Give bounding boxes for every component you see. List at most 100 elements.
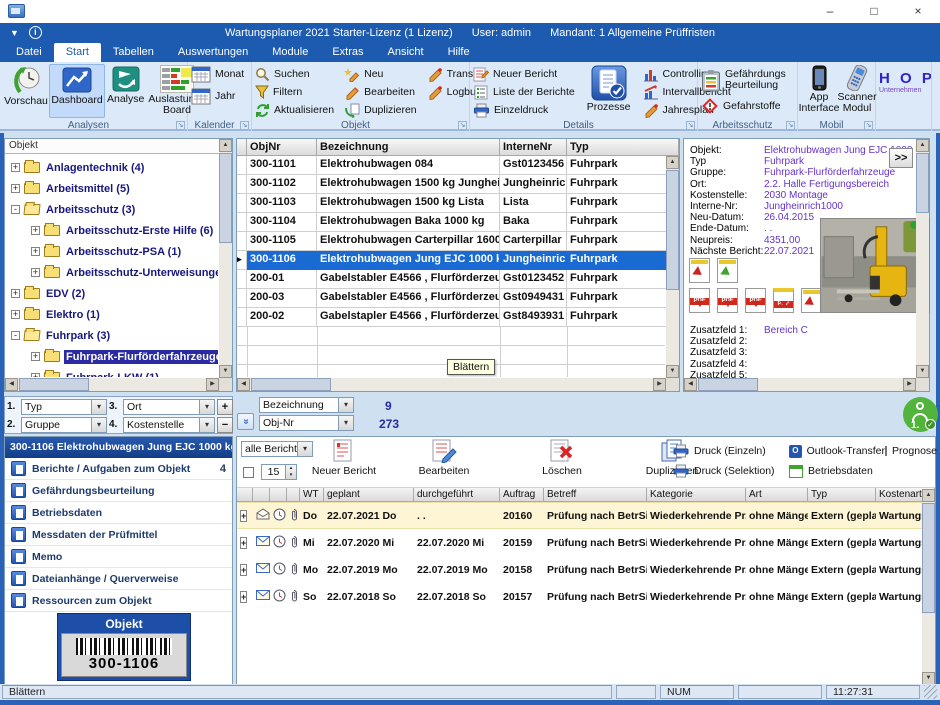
neuer-bericht-toolbar-button[interactable]: Neuer Bericht	[309, 439, 379, 477]
object-nav-item[interactable]: Messdaten der Prüfmittel	[5, 524, 232, 546]
bearbeiten-button[interactable]: Bearbeiten	[344, 84, 417, 100]
tree-expander-icon[interactable]: +	[31, 247, 40, 256]
object-row[interactable]: 300-1104 Elektrohubwagen Baka 1000 kg Ba…	[237, 213, 679, 232]
prozesse-button[interactable]: Prozesse	[585, 64, 633, 118]
analyse-button[interactable]: Analyse	[105, 64, 146, 118]
tree-expander-icon[interactable]: +	[11, 289, 20, 298]
liste-der-berichte-button[interactable]: Liste der Berichte	[473, 84, 575, 100]
tree-item[interactable]: + Fuhrpark-LKW (1)	[5, 367, 218, 377]
col-internenr[interactable]: InterneNr	[500, 139, 567, 156]
tab-ansicht[interactable]: Ansicht	[376, 43, 436, 62]
doc-transfer-green-icon[interactable]	[717, 258, 738, 283]
pdf-file-icon[interactable]: PDF	[689, 288, 710, 313]
report-filter-combobox[interactable]: alle Berichte	[241, 441, 313, 457]
dialog-launcher-icon[interactable]	[240, 121, 249, 130]
report-row[interactable]: + Mo 22.07.2019 Mo 22.07.2019 Mo 20158 P…	[237, 556, 935, 583]
tree-item[interactable]: + Anlagentechnik (4)	[5, 157, 218, 178]
sort1-combobox[interactable]: Bezeichnung	[259, 397, 354, 413]
filter3-combobox[interactable]: Ort	[123, 399, 215, 415]
druck-selektion-button[interactable]: Druck (Selektion)	[673, 464, 789, 478]
tree-expander-icon[interactable]: +	[31, 226, 40, 235]
scanner-modul-button[interactable]: Scanner Modul	[837, 64, 877, 118]
pdf-file-icon[interactable]: PDF	[717, 288, 738, 313]
col-betreff[interactable]: Betreff	[544, 488, 647, 502]
doc-transfer-icon[interactable]	[801, 288, 822, 313]
col-geplant[interactable]: geplant	[324, 488, 414, 502]
tab-extras[interactable]: Extras	[320, 43, 375, 62]
tree-item[interactable]: + Fuhrpark-Flurförderfahrzeuge	[5, 346, 218, 367]
objects-vertical-scrollbar[interactable]: ▲ ▼	[666, 156, 679, 378]
col-typ[interactable]: Typ	[567, 139, 679, 156]
object-nav-item[interactable]: Dateianhänge / Querverweise	[5, 568, 232, 590]
tree-item[interactable]: + Arbeitsschutz-Unterweisungen	[5, 262, 218, 283]
object-nav-item[interactable]: Berichte / Aufgaben zum Objekt 4	[5, 458, 232, 480]
tree-expander-icon[interactable]: +	[11, 184, 20, 193]
duplizieren-button[interactable]: Duplizieren	[344, 102, 417, 118]
report-row[interactable]: + Do 22.07.2021 Do . . 20160 Prüfung nac…	[237, 502, 935, 529]
pdf-file-icon[interactable]: PDF	[745, 288, 766, 313]
tree-item[interactable]: + Arbeitsschutz-Erste Hilfe (6)	[5, 220, 218, 241]
filter4-combobox[interactable]: Kostenstelle	[123, 417, 215, 433]
filter1-combobox[interactable]: Typ	[21, 399, 107, 415]
object-row[interactable]: 300-1103 Elektrohubwagen 1500 kg Lista L…	[237, 194, 679, 213]
col-durchgefuehrt[interactable]: durchgeführt	[414, 488, 500, 502]
col-kategorie[interactable]: Kategorie	[647, 488, 746, 502]
neuer-bericht-button[interactable]: Neuer Bericht	[473, 66, 575, 82]
limit-checkbox[interactable]	[243, 467, 254, 478]
doc-transfer-icon[interactable]	[689, 258, 710, 283]
betriebsdaten-button[interactable]: Betriebsdaten	[789, 465, 885, 478]
col-bezeichnung[interactable]: Bezeichnung	[317, 139, 500, 156]
filter2-combobox[interactable]: Gruppe	[21, 417, 107, 433]
filtern-button[interactable]: Filtern	[255, 84, 334, 100]
vorschau-button[interactable]: Vorschau	[3, 64, 49, 118]
dialog-launcher-icon[interactable]	[686, 121, 695, 130]
limit-spinner[interactable]: 15	[261, 464, 297, 480]
jahr-button[interactable]: Jahr	[191, 88, 248, 104]
close-button[interactable]: ×	[896, 0, 940, 23]
object-row[interactable]: 300-1106 Elektrohubwagen Jung EJC 1000 k…	[237, 251, 679, 270]
row-expand-icon[interactable]: +	[240, 510, 247, 522]
objects-horizontal-scrollbar[interactable]: ◀ ▶	[237, 378, 666, 391]
object-row[interactable]: 300-1102 Elektrohubwagen 1500 kg Junghei…	[237, 175, 679, 194]
tree-item[interactable]: + Elektro (1)	[5, 304, 218, 325]
resize-grip[interactable]	[924, 685, 937, 699]
tree-item[interactable]: + Arbeitsmittel (5)	[5, 178, 218, 199]
einzeldruck-button[interactable]: Einzeldruck	[473, 102, 575, 118]
outlook-transfer-button[interactable]: O Outlook-Transfer	[789, 445, 885, 458]
object-nav-item[interactable]: Memo	[5, 546, 232, 568]
tree-expander-icon[interactable]: -	[11, 205, 20, 214]
app-interface-button[interactable]: App Interface	[801, 64, 837, 118]
object-nav-item[interactable]: Gefährdungsbeurteilung	[5, 480, 232, 502]
checkbox-icon[interactable]	[885, 446, 887, 456]
bearbeiten-toolbar-button[interactable]: Bearbeiten	[409, 439, 479, 477]
collapse-chevron-button[interactable]: »	[237, 413, 254, 430]
col-objnr[interactable]: ObjNr	[247, 139, 317, 156]
object-row[interactable]: 300-1101 Elektrohubwagen 084 Gst0123456 …	[237, 156, 679, 175]
tree-expander-icon[interactable]: +	[31, 268, 40, 277]
details-expand-button[interactable]: >>	[889, 148, 913, 168]
tree-expander-icon[interactable]: +	[31, 352, 40, 361]
loeschen-toolbar-button[interactable]: Löschen	[527, 439, 597, 477]
minimize-button[interactable]: –	[808, 0, 852, 23]
reports-vertical-scrollbar[interactable]: ▲ ▼	[922, 489, 935, 685]
details-vertical-scrollbar[interactable]: ▲ ▼	[916, 139, 929, 378]
tab-auswertungen[interactable]: Auswertungen	[166, 43, 260, 62]
tree-expander-icon[interactable]: +	[11, 163, 20, 172]
prognose-checkbox[interactable]: Prognose	[885, 445, 937, 457]
user-status-badge[interactable]: 1. ✓	[903, 397, 938, 432]
row-expand-icon[interactable]: +	[240, 564, 247, 576]
tab-datei[interactable]: Datei	[4, 43, 54, 62]
object-row[interactable]: 300-1105 Elektrohubwagen Carterpillar 16…	[237, 232, 679, 251]
suchen-button[interactable]: Suchen	[255, 66, 334, 82]
dialog-launcher-icon[interactable]	[176, 121, 185, 130]
col-wt[interactable]: WT	[300, 488, 324, 502]
gefaehrdungsbeurteilung-button[interactable]: Gefährdungs Beurteilung	[701, 66, 794, 94]
tree-horizontal-scrollbar[interactable]: ◀ ▶	[5, 378, 219, 391]
object-nav-item[interactable]: Betriebsdaten	[5, 502, 232, 524]
dashboard-button[interactable]: Dashboard	[49, 64, 105, 118]
tree-item[interactable]: - Fuhrpark (3)	[5, 325, 218, 346]
col-typ[interactable]: Typ	[808, 488, 876, 502]
col-auftrag[interactable]: Auftrag	[500, 488, 544, 502]
aktualisieren-button[interactable]: Aktualisieren	[255, 102, 334, 118]
tab-start[interactable]: Start	[54, 43, 101, 62]
